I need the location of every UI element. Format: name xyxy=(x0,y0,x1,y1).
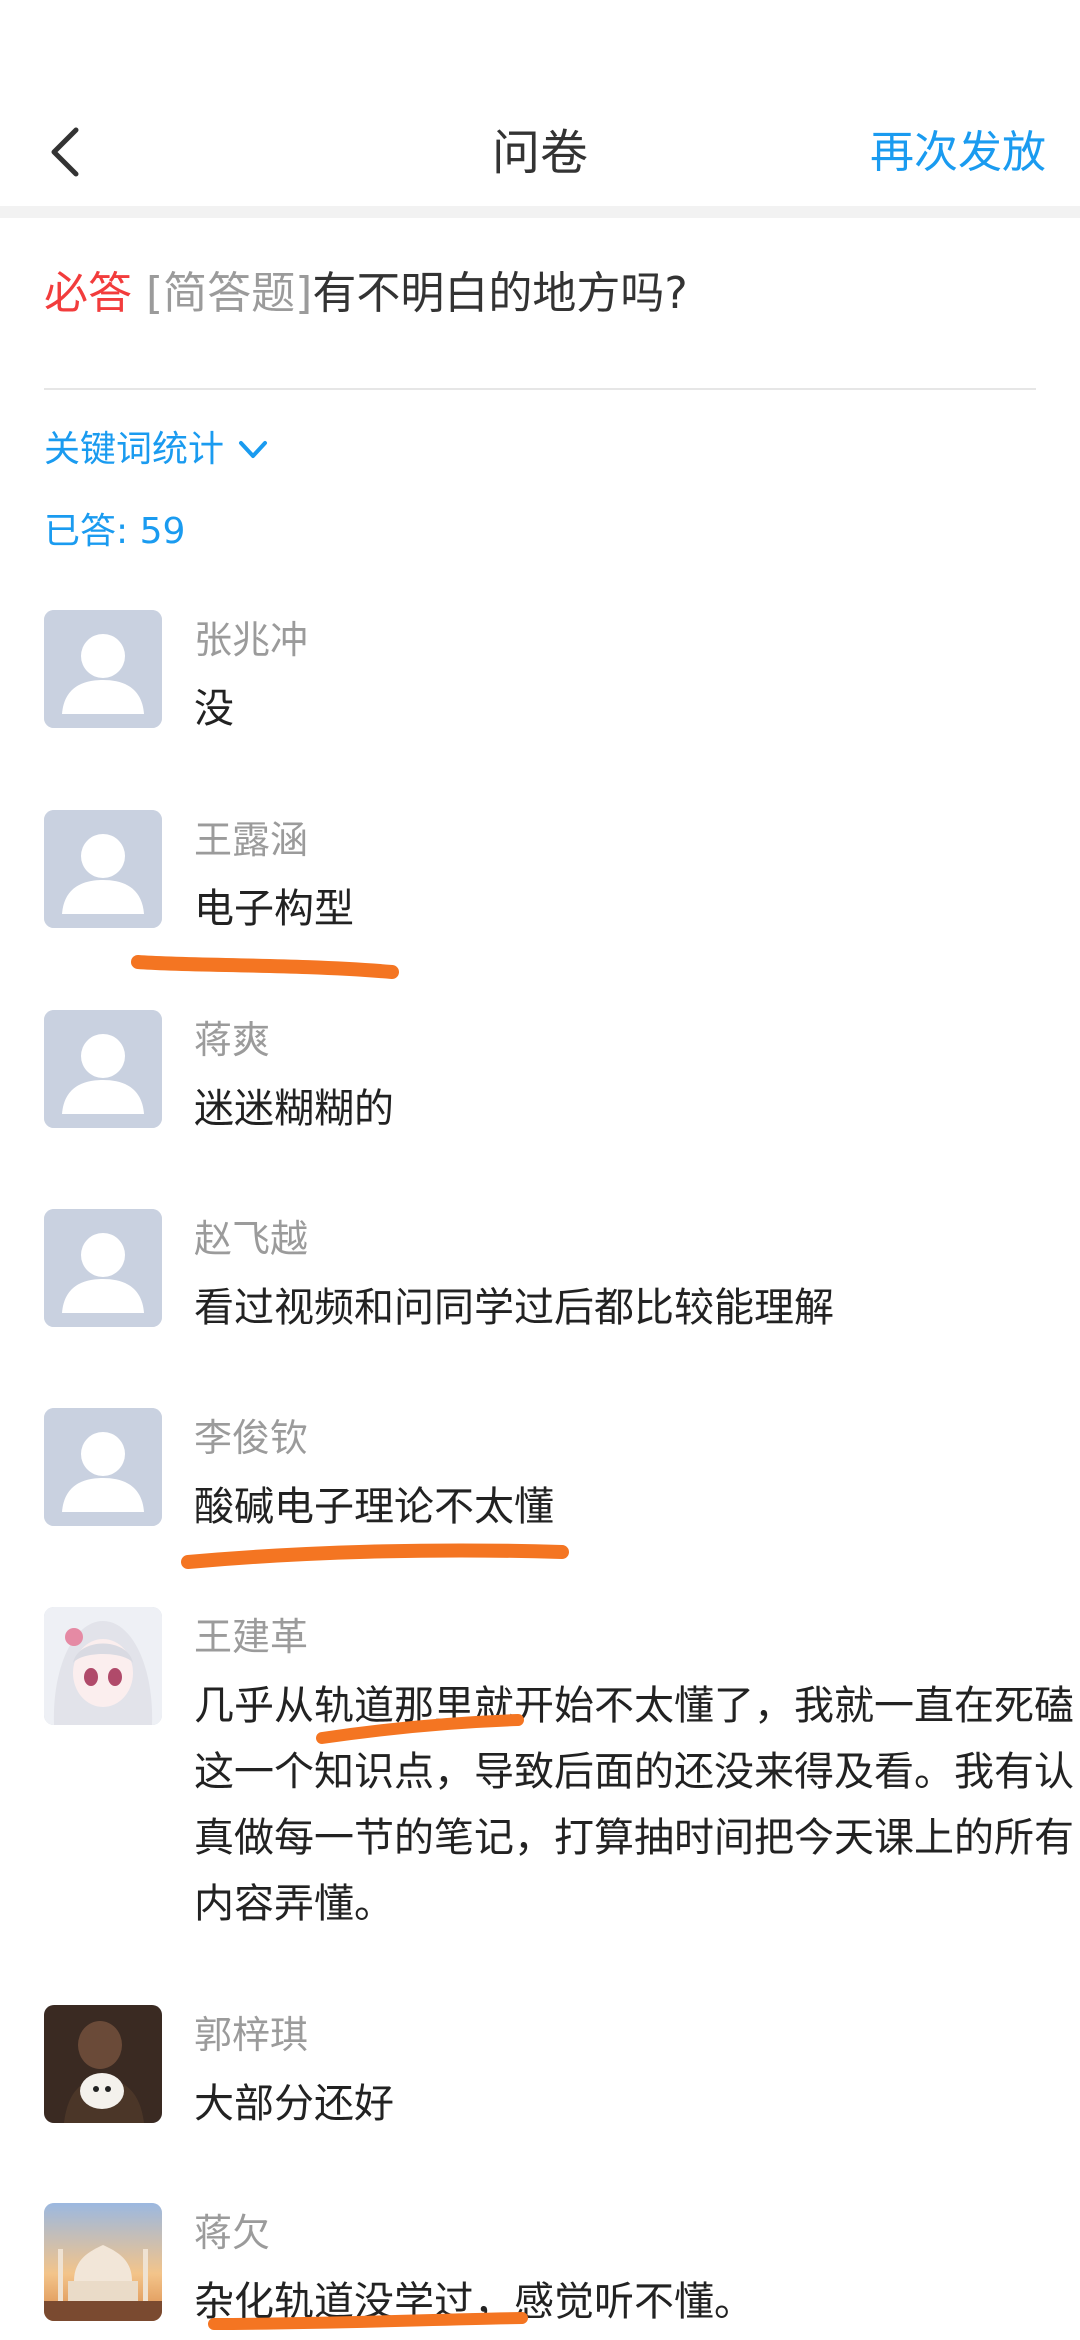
nav-bar: 问卷 再次发放 xyxy=(0,100,1080,206)
nav-divider xyxy=(0,206,1080,218)
redistribute-button[interactable]: 再次发放 xyxy=(870,100,1046,206)
response-text: 电子构型 xyxy=(194,886,354,932)
keyword-stats-label: 关键词统计 xyxy=(44,429,225,470)
keyword-stats-toggle[interactable]: 关键词统计 xyxy=(44,420,268,480)
avatar[interactable] xyxy=(44,810,162,928)
avatar[interactable] xyxy=(44,2005,162,2123)
response-text: 大部分还好 xyxy=(194,2081,394,2127)
question-divider xyxy=(44,388,1036,390)
chevron-down-icon xyxy=(239,441,268,458)
avatar[interactable] xyxy=(44,1209,162,1327)
respondent-name: 王建革 xyxy=(194,1615,309,1659)
respondent-name: 张兆冲 xyxy=(194,618,309,662)
avatar[interactable] xyxy=(44,1010,162,1128)
underline-mark xyxy=(131,955,399,979)
required-tag: 必答 xyxy=(44,268,132,319)
avatar[interactable] xyxy=(44,1408,162,1526)
response-text: 酸碱电子理论不太懂 xyxy=(194,1484,554,1530)
question-type: [简答题] xyxy=(146,268,313,319)
question-body: 有不明白的地方吗? xyxy=(312,268,688,319)
status-bar xyxy=(0,0,1080,100)
respondent-name: 赵飞越 xyxy=(194,1217,309,1261)
response-text: 杂化轨道没学过，感觉听不懂。 xyxy=(194,2279,754,2325)
response-text: 迷迷糊糊的 xyxy=(194,1086,394,1132)
response-text: 几乎从轨道那里就开始不太懂了，我就一直在死磕这一个知识点，导致后面的还没来得及看… xyxy=(194,1683,1074,1927)
respondent-name: 李俊钦 xyxy=(194,1416,309,1460)
response-text: 没 xyxy=(194,686,234,732)
answered-count: 已答: 59 xyxy=(44,511,186,552)
question-text: 必答 [简答题]有不明白的地方吗? xyxy=(44,262,1044,326)
annotation-layer xyxy=(131,955,569,2330)
respondent-name: 郭梓琪 xyxy=(194,2013,309,2057)
avatar[interactable] xyxy=(44,2203,162,2321)
underline-mark xyxy=(181,1543,569,1569)
respondent-name: 蒋爽 xyxy=(194,1018,271,1062)
respondent-name: 蒋欠 xyxy=(194,2211,271,2255)
response-text: 看过视频和问同学过后都比较能理解 xyxy=(194,1285,834,1331)
avatar[interactable] xyxy=(44,610,162,728)
respondent-name: 王露涵 xyxy=(194,818,309,862)
avatar[interactable] xyxy=(44,1607,162,1725)
